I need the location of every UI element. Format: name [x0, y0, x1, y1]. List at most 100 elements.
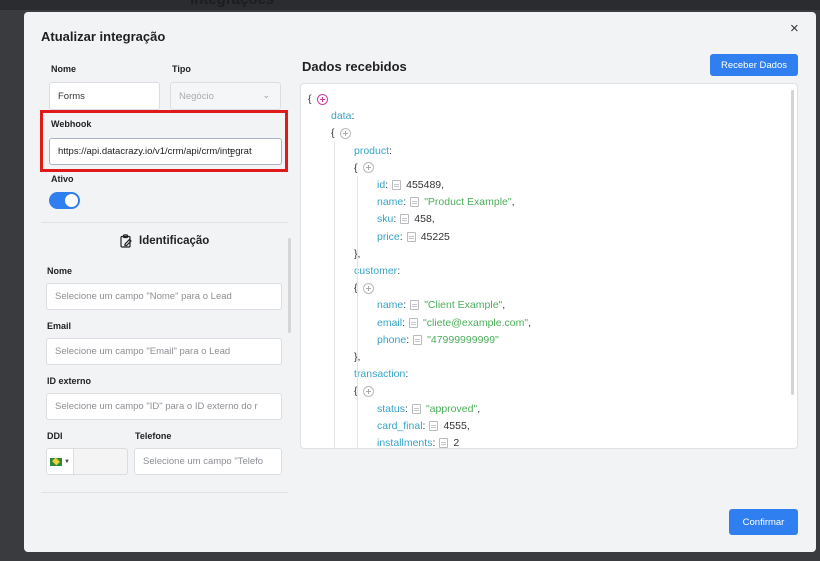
expand-plus-icon[interactable]	[316, 93, 328, 105]
expand-plus-icon[interactable]	[362, 162, 374, 174]
json-line: card_final: 4555,	[377, 420, 470, 432]
json-punctuation: :	[389, 144, 392, 157]
expand-plus-icon[interactable]	[339, 127, 351, 139]
update-integration-modal: Atualizar integração × Nome Forms Tipo N…	[24, 12, 816, 552]
expand-plus-icon[interactable]	[362, 385, 374, 397]
json-key: customer	[354, 265, 398, 277]
json-value: 455489	[406, 179, 442, 191]
ddi-label: DDI	[47, 431, 63, 441]
json-line: price: 45225	[377, 231, 450, 243]
tipo-select[interactable]: Negócio ⌄	[170, 82, 281, 110]
json-punctuation: :	[422, 419, 426, 432]
ddi-country-select[interactable]: ▼	[46, 448, 74, 475]
json-key: price	[377, 230, 400, 243]
json-key: transaction	[354, 368, 406, 381]
json-value: "approved"	[425, 402, 478, 415]
json-value: "Client Example"	[424, 299, 503, 312]
telefone-label: Telefone	[135, 431, 172, 441]
copy-value-icon[interactable]	[392, 180, 402, 190]
json-key: status	[377, 402, 406, 415]
json-line: installments: 2	[377, 437, 460, 449]
json-line: status: "approved",	[377, 403, 480, 415]
json-punctuation: :	[393, 213, 397, 226]
nome-input[interactable]: Forms	[49, 82, 160, 110]
json-line: {	[308, 93, 328, 105]
json-value: "47999999999"	[427, 333, 499, 346]
clipboard-edit-icon	[120, 234, 132, 248]
json-key: id	[377, 179, 386, 191]
json-line: sku: 458,	[377, 213, 435, 225]
section-divider	[41, 222, 288, 223]
text-cursor-icon: 𝙸	[227, 146, 236, 160]
expand-plus-icon[interactable]	[362, 282, 374, 294]
id-externo-label: ID externo	[47, 376, 92, 386]
background-page-title: Integrações	[190, 0, 274, 8]
id-externo-select[interactable]: Selecione um campo "ID" para o ID extern…	[46, 393, 282, 420]
json-punctuation: {	[308, 93, 312, 105]
json-punctuation: :	[405, 402, 408, 415]
json-value: "cliete@example.com"	[423, 316, 529, 329]
section-divider-bottom	[41, 492, 288, 493]
json-punctuation: :	[397, 265, 401, 277]
copy-value-icon[interactable]	[410, 197, 420, 208]
json-value: 2	[453, 437, 460, 449]
copy-value-icon[interactable]	[429, 420, 439, 431]
copy-value-icon[interactable]	[409, 317, 419, 328]
json-line: product:	[354, 145, 392, 157]
chevron-down-icon: ⌄	[262, 90, 270, 100]
lead-nome-select[interactable]: Selecione um campo "Nome" para o Lead	[46, 283, 282, 310]
json-key: data	[331, 110, 352, 123]
json-punctuation: :	[399, 230, 403, 243]
confirmar-button[interactable]: Confirmar	[729, 509, 798, 535]
indent-guide	[357, 175, 358, 448]
json-value: 4555	[443, 419, 467, 432]
json-key: phone	[377, 333, 407, 346]
json-punctuation: ,	[477, 402, 481, 415]
webhook-label: Webhook	[51, 119, 92, 129]
identificacao-heading: Identificação	[119, 234, 209, 248]
json-punctuation: ,	[431, 213, 435, 226]
left-scrollbar[interactable]	[288, 238, 291, 333]
json-line: customer:	[354, 265, 400, 277]
telefone-select[interactable]: Selecione um campo "Telefo	[134, 448, 282, 475]
json-punctuation: :	[351, 110, 355, 123]
lead-email-label: Email	[47, 321, 72, 331]
json-punctuation: :	[406, 333, 410, 346]
json-punctuation: :	[432, 437, 436, 449]
background-header	[0, 0, 820, 10]
copy-value-icon[interactable]	[406, 231, 416, 242]
copy-value-icon[interactable]	[413, 334, 423, 345]
json-punctuation: {	[331, 127, 335, 140]
ddi-number-field[interactable]	[74, 448, 128, 475]
json-key: sku	[377, 213, 394, 226]
modal-title: Atualizar integração	[41, 29, 166, 44]
copy-value-icon[interactable]	[439, 438, 449, 448]
copy-value-icon[interactable]	[400, 214, 410, 225]
dados-recebidos-title: Dados recebidos	[302, 59, 407, 74]
json-punctuation: ,	[528, 316, 532, 329]
receber-dados-button[interactable]: Receber Dados	[710, 54, 798, 76]
json-line: email: "cliete@example.com",	[377, 317, 531, 329]
json-key: email	[377, 316, 403, 329]
json-line: phone: "47999999999"	[377, 334, 499, 346]
json-punctuation: :	[385, 179, 389, 191]
copy-value-icon[interactable]	[410, 300, 420, 311]
json-punctuation: :	[403, 196, 407, 209]
json-punctuation: ,	[502, 299, 506, 312]
nome-label: Nome	[51, 64, 77, 74]
json-line: {	[331, 127, 351, 139]
lead-email-select[interactable]: Selecione um campo "Email" para o Lead	[46, 338, 282, 365]
close-button[interactable]: ×	[790, 21, 799, 36]
json-scrollbar[interactable]	[791, 90, 794, 395]
ativo-label: Ativo	[51, 174, 74, 184]
json-line: {	[354, 162, 374, 174]
webhook-input[interactable]: https://api.datacrazy.io/v1/crm/api/crm/…	[49, 138, 282, 165]
indent-guide	[334, 141, 335, 448]
caret-down-icon: ▼	[64, 458, 70, 465]
copy-value-icon[interactable]	[411, 403, 421, 414]
identificacao-title: Identificação	[139, 235, 210, 247]
json-key: name	[377, 299, 404, 312]
ativo-toggle[interactable]	[49, 192, 80, 209]
json-line: name: "Client Example",	[377, 299, 505, 311]
json-line: transaction:	[354, 368, 408, 380]
